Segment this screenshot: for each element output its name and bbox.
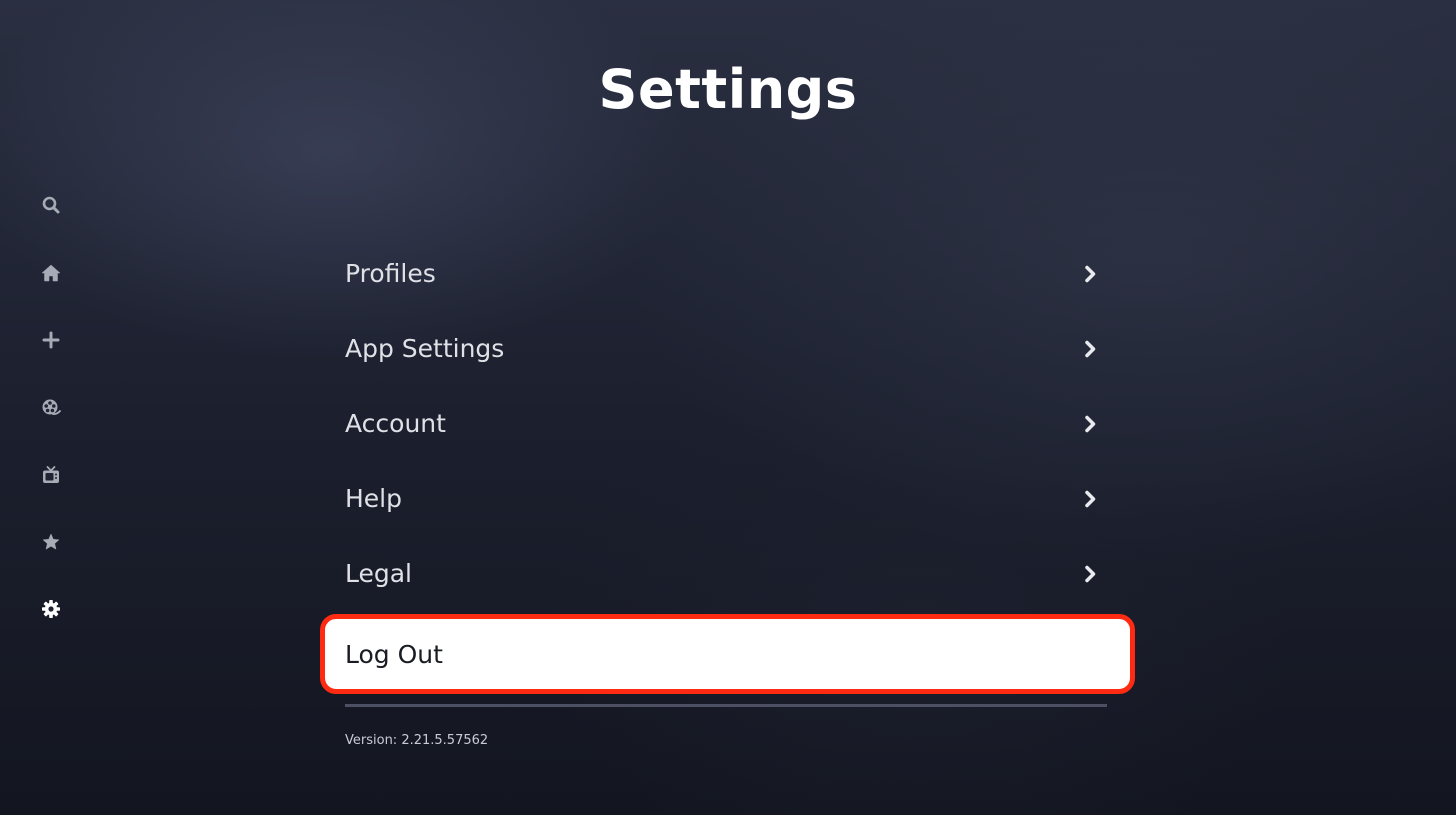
menu-item-label: Help — [345, 484, 402, 513]
home-icon — [41, 264, 61, 282]
sidebar-item-search[interactable] — [30, 185, 72, 225]
menu-item-app-settings[interactable]: App Settings — [320, 311, 1135, 386]
gear-icon — [42, 600, 60, 618]
menu-item-label: Profiles — [345, 259, 436, 288]
search-icon — [42, 196, 60, 214]
menu-item-label: Log Out — [345, 639, 443, 669]
menu-item-label: Legal — [345, 559, 413, 588]
sidebar-item-settings[interactable] — [30, 589, 72, 629]
sidebar-item-watchlist[interactable] — [30, 320, 72, 360]
divider — [345, 704, 1107, 707]
page-title: Settings — [598, 58, 858, 121]
chevron-right-icon — [1085, 265, 1096, 282]
menu-item-profiles[interactable]: Profiles — [320, 236, 1135, 311]
sidebar-item-originals[interactable] — [30, 522, 72, 562]
chevron-right-icon — [1085, 490, 1096, 507]
version-text: Version: 2.21.5.57562 — [345, 733, 489, 748]
menu-item-account[interactable]: Account — [320, 386, 1135, 461]
sidebar-item-series[interactable] — [30, 455, 72, 495]
chevron-right-icon — [1085, 565, 1096, 582]
chevron-right-icon — [1085, 340, 1096, 357]
menu-item-label: App Settings — [345, 334, 505, 363]
sidebar-item-movies[interactable] — [30, 387, 72, 427]
film-reel-icon — [42, 399, 61, 415]
tv-icon — [43, 466, 59, 483]
star-icon — [42, 533, 60, 550]
sidebar-item-home[interactable] — [30, 253, 72, 293]
menu-item-label: Account — [345, 409, 446, 438]
settings-menu: Profiles App Settings Account Help Legal… — [320, 236, 1135, 694]
plus-icon — [42, 331, 60, 349]
chevron-right-icon — [1085, 415, 1096, 432]
menu-item-help[interactable]: Help — [320, 461, 1135, 536]
menu-item-legal[interactable]: Legal — [320, 536, 1135, 611]
menu-item-log-out[interactable]: Log Out — [320, 614, 1135, 694]
